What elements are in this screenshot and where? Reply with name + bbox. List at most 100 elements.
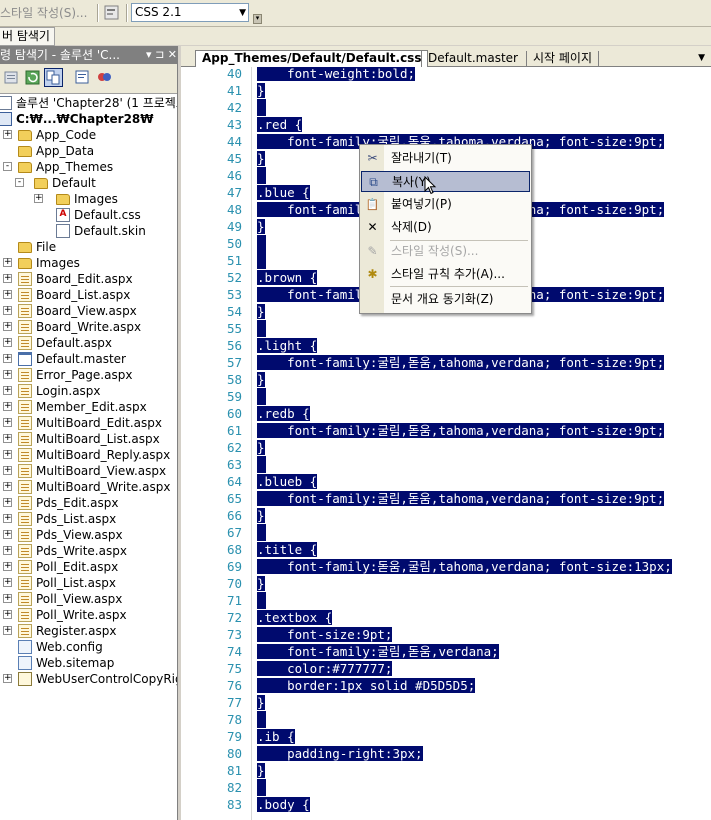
expand-icon[interactable]: + (3, 418, 12, 427)
code-line[interactable]: color:#777777; (257, 660, 393, 677)
expand-icon[interactable]: + (3, 306, 12, 315)
expand-icon[interactable]: + (3, 498, 12, 507)
tab-server-explorer[interactable]: 버 탐색기 (0, 27, 55, 46)
code-line[interactable] (257, 167, 266, 184)
expand-icon[interactable]: + (3, 386, 12, 395)
code-line[interactable]: font-weight:bold; (257, 67, 416, 82)
tree-item-label: Poll_View.aspx (36, 592, 123, 606)
code-line[interactable]: border:1px solid #D5D5D5; (257, 677, 476, 694)
chevron-down-icon[interactable]: ▼ (239, 5, 246, 22)
tab-start-page[interactable]: 시작 페이지 (526, 51, 600, 67)
selected-code-text: .body { (257, 797, 310, 812)
code-line[interactable]: } (257, 507, 265, 524)
context-menu-item[interactable]: ✕ 삭제(D) (361, 217, 530, 238)
collapse-icon[interactable]: - (15, 178, 24, 187)
expand-icon[interactable]: + (3, 450, 12, 459)
line-number: 43 (226, 117, 242, 132)
code-line[interactable]: } (257, 218, 265, 235)
css-version-select[interactable]: CSS 2.1 ▼ (131, 3, 249, 22)
expand-icon[interactable]: + (3, 370, 12, 379)
code-line[interactable] (257, 779, 266, 796)
expand-icon[interactable]: + (3, 674, 12, 683)
context-menu-item[interactable]: ✂ 잘라내기(T) (361, 148, 530, 169)
code-line[interactable]: .blue { (257, 184, 310, 201)
expand-icon[interactable]: + (3, 434, 12, 443)
expand-icon[interactable]: + (3, 514, 12, 523)
code-line[interactable]: .ib { (257, 728, 295, 745)
code-line[interactable]: .brown { (257, 269, 318, 286)
chevron-down-icon[interactable]: ▼ (698, 53, 705, 63)
show-all-files-icon[interactable] (44, 68, 63, 87)
code-line[interactable]: font-family:돋움,굴림,tahoma,verdana; font-s… (257, 558, 672, 575)
build-style-menu[interactable]: 스타일 작성(S)... (0, 4, 87, 22)
expand-icon[interactable]: + (3, 338, 12, 347)
code-line[interactable] (257, 252, 266, 269)
properties-icon[interactable] (2, 68, 21, 87)
code-line[interactable]: font-size:9pt; (257, 626, 393, 643)
code-line[interactable]: } (257, 303, 265, 320)
code-line[interactable]: } (257, 694, 265, 711)
code-line[interactable]: font-family:굴림,돋움,tahoma,verdana; font-s… (257, 490, 665, 507)
expand-icon[interactable]: + (3, 610, 12, 619)
tree-item-label: Default (52, 176, 96, 190)
code-line[interactable]: .light { (257, 337, 318, 354)
expand-icon[interactable]: + (3, 578, 12, 587)
aspx-file-icon (18, 336, 32, 350)
expand-icon[interactable]: + (3, 322, 12, 331)
aspx-file-icon (18, 304, 32, 318)
apply-style-icon[interactable] (103, 4, 121, 22)
context-menu-item[interactable]: ⧉ 복사(Y) (361, 171, 530, 192)
code-line[interactable] (257, 456, 266, 473)
expand-icon[interactable]: + (3, 546, 12, 555)
expand-icon[interactable]: + (3, 290, 12, 299)
expand-icon[interactable]: + (3, 354, 12, 363)
code-line[interactable]: } (257, 82, 265, 99)
selected-code-text: } (257, 83, 265, 98)
context-menu-item[interactable]: 문서 개요 동기화(Z) (361, 289, 530, 310)
code-line[interactable]: } (257, 371, 265, 388)
code-line[interactable] (257, 592, 266, 609)
code-line[interactable] (257, 99, 266, 116)
expand-icon[interactable]: + (3, 626, 12, 635)
class-diagram-icon[interactable] (95, 68, 114, 87)
code-line[interactable]: .body { (257, 796, 310, 813)
expand-icon[interactable]: + (3, 402, 12, 411)
tab-default-css[interactable]: App_Themes/Default/Default.css (195, 50, 429, 67)
code-line[interactable]: .textbox { (257, 609, 333, 626)
code-line[interactable]: font-family:굴림,돋움,tahoma,verdana; font-s… (257, 422, 665, 439)
expand-icon[interactable]: + (3, 130, 12, 139)
code-line[interactable]: } (257, 150, 265, 167)
window-buttons[interactable]: ▾ ⊐ ✕ (144, 46, 177, 64)
expand-icon[interactable]: + (3, 482, 12, 491)
expand-icon[interactable]: + (3, 466, 12, 475)
code-line[interactable] (257, 235, 266, 252)
expand-icon[interactable]: + (3, 530, 12, 539)
code-line[interactable]: } (257, 575, 265, 592)
code-line[interactable]: .title { (257, 541, 318, 558)
toolbar-overflow-icon[interactable]: ▾ (253, 14, 262, 24)
expand-icon[interactable]: + (3, 258, 12, 267)
expand-icon[interactable]: + (3, 562, 12, 571)
context-menu-item[interactable]: ✱ 스타일 규칙 추가(A)... (361, 264, 530, 285)
expand-icon[interactable]: + (34, 194, 43, 203)
collapse-icon[interactable]: - (3, 162, 12, 171)
refresh-icon[interactable] (23, 68, 42, 87)
view-code-icon[interactable] (73, 68, 92, 87)
code-line[interactable]: .blueb { (257, 473, 318, 490)
tab-default-master[interactable]: Default.master (421, 51, 524, 67)
code-line[interactable]: .red { (257, 116, 303, 133)
code-line[interactable] (257, 711, 266, 728)
context-menu-item[interactable]: 📋 붙여넣기(P) (361, 194, 530, 215)
expand-icon[interactable]: + (3, 594, 12, 603)
code-line[interactable]: .redb { (257, 405, 310, 422)
code-line[interactable] (257, 388, 266, 405)
code-line[interactable]: font-family:굴림,돋움,tahoma,verdana; font-s… (257, 354, 665, 371)
code-line[interactable]: font-family:굴림,돋움,verdana; (257, 643, 499, 660)
code-line[interactable]: } (257, 439, 265, 456)
expand-icon[interactable]: + (3, 274, 12, 283)
selected-code-text: } (257, 695, 265, 710)
code-line[interactable] (257, 524, 266, 541)
code-line[interactable]: padding-right:3px; (257, 745, 423, 762)
code-line[interactable]: } (257, 762, 265, 779)
code-line[interactable] (257, 320, 266, 337)
